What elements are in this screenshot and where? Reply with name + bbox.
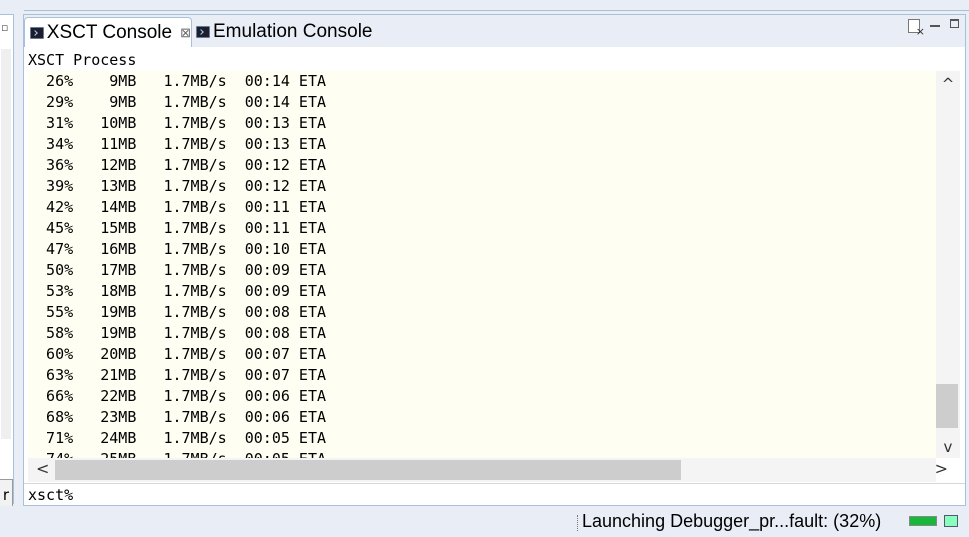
scroll-down-icon[interactable]: v bbox=[936, 438, 960, 456]
log-line: 63% 21MB 1.7MB/s 00:07 ETA bbox=[28, 366, 327, 384]
log-line: 47% 16MB 1.7MB/s 00:10 ETA bbox=[28, 240, 327, 258]
tab-emulation-console[interactable]: Emulation Console bbox=[194, 17, 372, 47]
tab-bar: XSCT Console ⊠ Emulation Console bbox=[24, 15, 965, 47]
left-panel-restore-icon[interactable]: ▫ bbox=[1, 21, 8, 34]
log-line: 66% 22MB 1.7MB/s 00:06 ETA bbox=[28, 387, 327, 405]
minimize-icon[interactable] bbox=[930, 25, 940, 27]
log-line: 29% 9MB 1.7MB/s 00:14 ETA bbox=[28, 93, 327, 111]
tab-label: Emulation Console bbox=[213, 21, 373, 42]
top-frame-edge bbox=[24, 0, 969, 11]
progress-view-icon[interactable] bbox=[944, 515, 958, 527]
log-line: 71% 24MB 1.7MB/s 00:05 ETA bbox=[28, 429, 327, 447]
log-line: 74% 25MB 1.7MB/s 00:05 ETA bbox=[28, 449, 326, 458]
log-line: 39% 13MB 1.7MB/s 00:12 ETA bbox=[28, 177, 327, 195]
log-line: 53% 18MB 1.7MB/s 00:09 ETA bbox=[28, 282, 327, 300]
log-line: 34% 11MB 1.7MB/s 00:13 ETA bbox=[28, 135, 327, 153]
command-separator bbox=[24, 483, 965, 484]
process-title: XSCT Process bbox=[28, 51, 137, 69]
maximize-icon[interactable] bbox=[950, 19, 959, 28]
log-line: 36% 12MB 1.7MB/s 00:12 ETA bbox=[28, 156, 327, 174]
status-separator bbox=[577, 515, 580, 531]
log-line: 60% 20MB 1.7MB/s 00:07 ETA bbox=[28, 345, 327, 363]
status-text[interactable]: Launching Debugger_pr...fault: (32%) bbox=[582, 511, 881, 532]
view-toolbar bbox=[908, 19, 959, 38]
log-line: 45% 15MB 1.7MB/s 00:11 ETA bbox=[28, 219, 327, 237]
log-line: 31% 10MB 1.7MB/s 00:13 ETA bbox=[28, 114, 327, 132]
log-line: 26% 9MB 1.7MB/s 00:14 ETA bbox=[28, 72, 327, 90]
vertical-scrollbar[interactable]: ^ v bbox=[936, 71, 960, 458]
scroll-left-icon[interactable]: < bbox=[36, 459, 49, 478]
progress-fill bbox=[910, 517, 936, 525]
console-icon bbox=[196, 26, 210, 38]
scroll-up-icon[interactable]: ^ bbox=[936, 75, 960, 93]
log-line: 50% 17MB 1.7MB/s 00:09 ETA bbox=[28, 261, 327, 279]
status-bar: Launching Debugger_pr...fault: (32%) bbox=[0, 506, 969, 537]
left-panel-fragment: ▫ r bbox=[0, 14, 14, 511]
log-line: 68% 23MB 1.7MB/s 00:06 ETA bbox=[28, 408, 327, 426]
pin-console-icon[interactable] bbox=[908, 19, 925, 38]
close-tab-icon[interactable]: ⊠ bbox=[180, 25, 191, 41]
left-panel-scrollbar[interactable] bbox=[1, 49, 11, 439]
progress-bar[interactable] bbox=[909, 516, 937, 526]
tab-label: XSCT Console bbox=[46, 21, 173, 43]
command-input[interactable]: xsct% bbox=[28, 485, 958, 505]
log-line: 42% 14MB 1.7MB/s 00:11 ETA bbox=[28, 198, 327, 216]
log-line: 58% 19MB 1.7MB/s 00:08 ETA bbox=[28, 324, 327, 342]
log-line: 55% 19MB 1.7MB/s 00:08 ETA bbox=[28, 303, 327, 321]
tab-xsct-console[interactable]: XSCT Console ⊠ bbox=[24, 17, 192, 47]
horizontal-scroll-thumb[interactable] bbox=[55, 460, 681, 480]
console-icon bbox=[30, 26, 44, 39]
scroll-right-icon[interactable]: > bbox=[935, 459, 948, 478]
console-output[interactable]: 26% 9MB 1.7MB/s 00:14 ETA 29% 9MB 1.7MB/… bbox=[28, 71, 960, 458]
horizontal-scrollbar[interactable]: < > bbox=[28, 458, 948, 482]
vertical-scroll-thumb[interactable] bbox=[936, 384, 958, 428]
console-panel: XSCT Console ⊠ Emulation Console XSCT Pr… bbox=[23, 14, 966, 506]
